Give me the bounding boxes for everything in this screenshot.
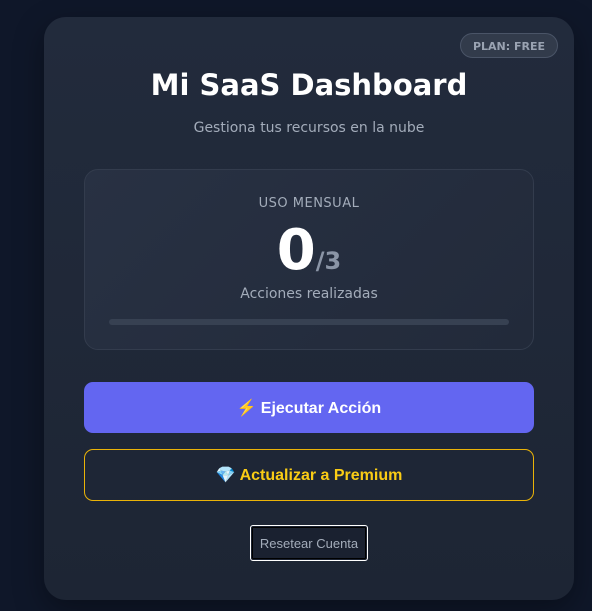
page-subtitle: Gestiona tus recursos en la nube (193, 120, 425, 136)
usage-progress-bar (109, 319, 509, 325)
execute-action-label: Ejecutar Acción (260, 400, 382, 417)
usage-limit-value: /3 (315, 247, 342, 275)
usage-caption: Acciones realizadas (240, 286, 378, 302)
lightning-icon: ⚡ (236, 400, 257, 417)
upgrade-premium-label: Actualizar a Premium (239, 467, 403, 484)
usage-label: USO MENSUAL (258, 196, 360, 211)
page-title: Mi SaaS Dashboard (150, 68, 468, 102)
reset-account-button[interactable]: Resetear Cuenta (250, 525, 368, 561)
usage-panel: USO MENSUAL 0/3 Acciones realizadas (84, 169, 534, 350)
execute-action-button[interactable]: ⚡ Ejecutar Acción (84, 382, 534, 433)
upgrade-premium-button[interactable]: 💎 Actualizar a Premium (84, 449, 534, 501)
plan-badge: PLAN: FREE (459, 33, 558, 58)
usage-current-value: 0 (276, 218, 316, 283)
gem-icon: 💎 (215, 467, 236, 484)
dashboard-card: PLAN: FREE Mi SaaS Dashboard Gestiona tu… (44, 17, 574, 600)
